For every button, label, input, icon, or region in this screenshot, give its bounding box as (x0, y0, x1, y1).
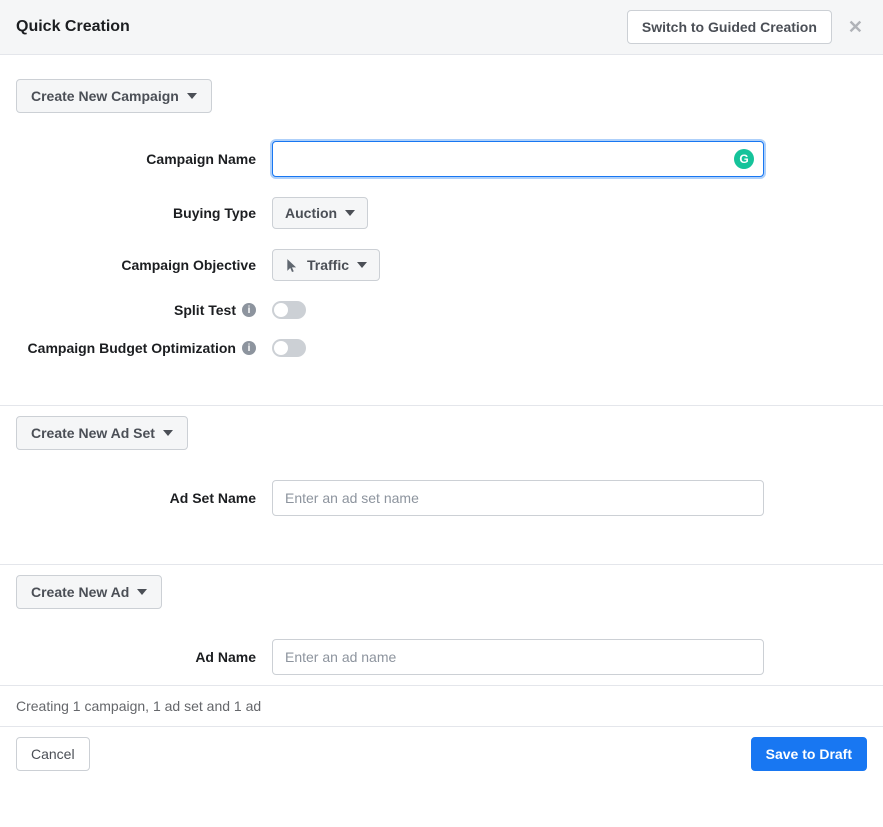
ad-section: Create New Ad Ad Name (16, 565, 867, 675)
campaign-objective-label: Campaign Objective (16, 257, 272, 273)
dialog-title: Quick Creation (16, 18, 130, 36)
caret-down-icon (163, 430, 173, 436)
buying-type-select[interactable]: Auction (272, 197, 368, 229)
campaign-objective-value: Traffic (307, 257, 349, 273)
adset-name-label: Ad Set Name (16, 490, 272, 506)
split-test-toggle[interactable] (272, 301, 306, 319)
buying-type-value: Auction (285, 205, 337, 221)
budget-opt-label: Campaign Budget Optimization i (16, 340, 272, 356)
campaign-name-input[interactable] (272, 141, 764, 177)
info-icon[interactable]: i (242, 341, 256, 355)
close-icon[interactable]: ✕ (844, 17, 867, 38)
create-new-campaign-label: Create New Campaign (31, 88, 179, 104)
caret-down-icon (345, 210, 355, 216)
create-new-ad-button[interactable]: Create New Ad (16, 575, 162, 609)
create-new-adset-label: Create New Ad Set (31, 425, 155, 441)
split-test-label: Split Test i (16, 302, 272, 318)
create-new-adset-button[interactable]: Create New Ad Set (16, 416, 188, 450)
grammarly-icon[interactable]: G (734, 149, 754, 169)
dialog-footer: Cancel Save to Draft (0, 727, 883, 787)
ad-name-input[interactable] (272, 639, 764, 675)
adset-section: Create New Ad Set Ad Set Name (16, 406, 867, 516)
header-actions: Switch to Guided Creation ✕ (627, 10, 867, 44)
adset-name-input[interactable] (272, 480, 764, 516)
caret-down-icon (137, 589, 147, 595)
info-icon[interactable]: i (242, 303, 256, 317)
create-new-campaign-button[interactable]: Create New Campaign (16, 79, 212, 113)
cursor-icon (285, 258, 299, 272)
dialog-header: Quick Creation Switch to Guided Creation… (0, 0, 883, 55)
caret-down-icon (357, 262, 367, 268)
switch-to-guided-button[interactable]: Switch to Guided Creation (627, 10, 832, 44)
creation-summary: Creating 1 campaign, 1 ad set and 1 ad (0, 686, 883, 726)
campaign-name-label: Campaign Name (16, 151, 272, 167)
buying-type-label: Buying Type (16, 205, 272, 221)
ad-name-label: Ad Name (16, 649, 272, 665)
create-new-ad-label: Create New Ad (31, 584, 129, 600)
caret-down-icon (187, 93, 197, 99)
budget-opt-toggle[interactable] (272, 339, 306, 357)
campaign-objective-select[interactable]: Traffic (272, 249, 380, 281)
save-to-draft-button[interactable]: Save to Draft (751, 737, 867, 771)
campaign-section: Create New Campaign Campaign Name G Buyi… (16, 69, 867, 357)
cancel-button[interactable]: Cancel (16, 737, 90, 771)
